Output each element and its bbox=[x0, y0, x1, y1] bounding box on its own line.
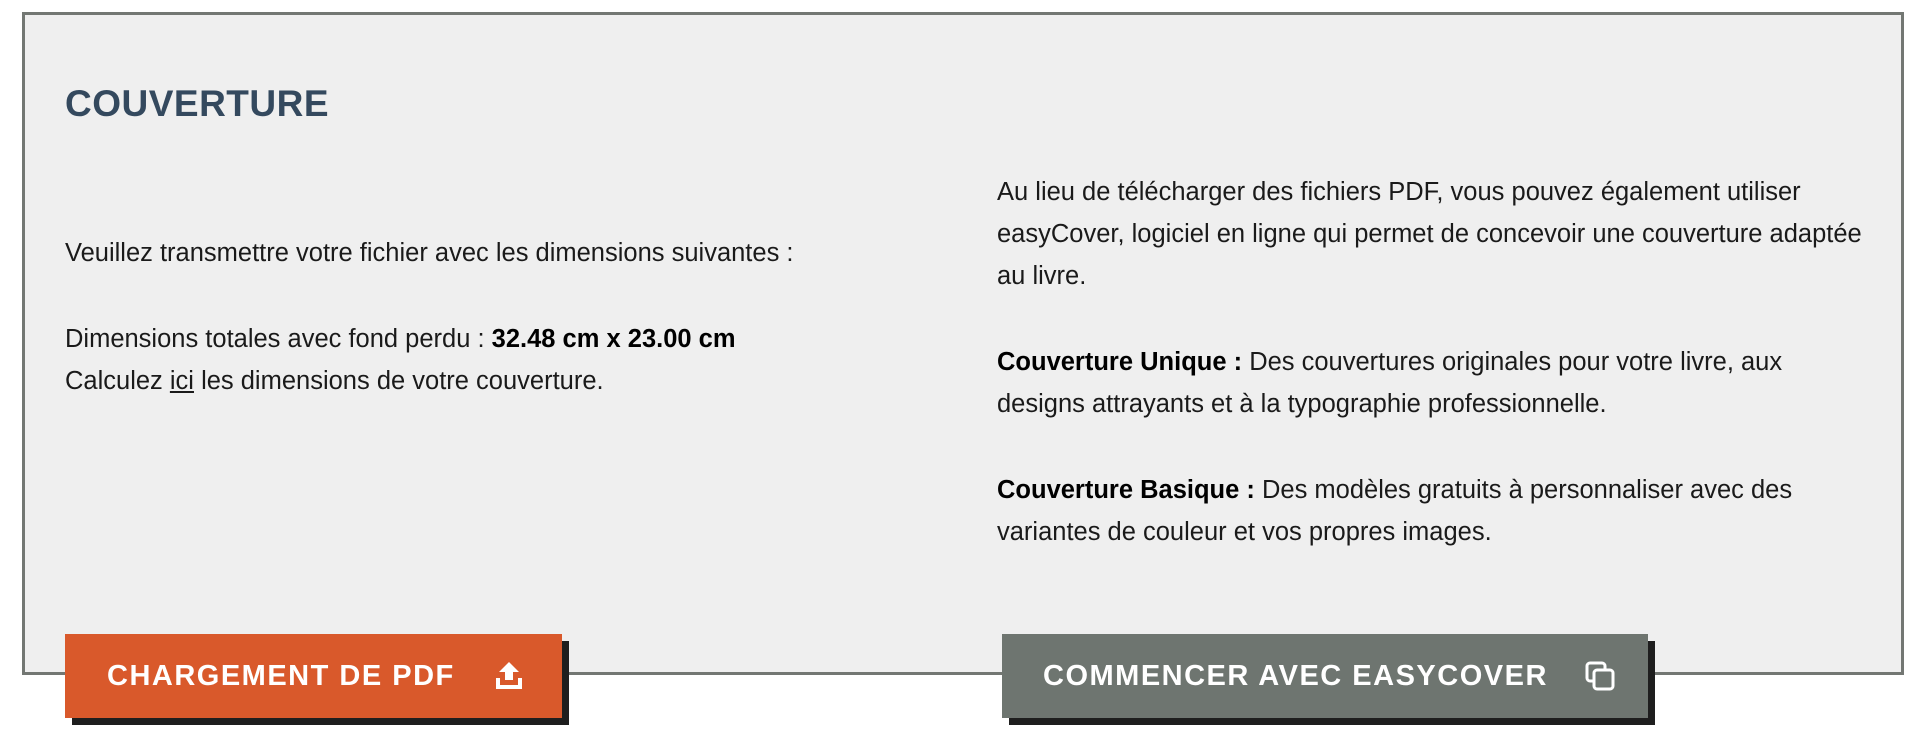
easycover-intro: Au lieu de télécharger des fichiers PDF,… bbox=[997, 178, 1862, 290]
dimensions-line: Dimensions totales avec fond perdu : 32.… bbox=[65, 318, 945, 360]
calculate-line: Calculez ici les dimensions de votre cou… bbox=[65, 360, 945, 402]
upload-pdf-label: CHARGEMENT DE PDF bbox=[107, 659, 455, 692]
copy-icon bbox=[1584, 660, 1616, 692]
dimensions-value: 32.48 cm x 23.00 cm bbox=[491, 325, 736, 353]
easycover-column: Au lieu de télécharger des fichiers PDF,… bbox=[997, 171, 1877, 597]
basic-cover-description: Couverture Basique : Des modèles gratuit… bbox=[997, 469, 1877, 553]
start-easycover-label: COMMENCER AVEC EASYCOVER bbox=[1043, 659, 1548, 692]
unique-cover-description: Couverture Unique : Des couvertures orig… bbox=[997, 341, 1877, 425]
upload-pdf-button[interactable]: CHARGEMENT DE PDF bbox=[65, 634, 562, 718]
start-easycover-button[interactable]: COMMENCER AVEC EASYCOVER bbox=[1002, 634, 1648, 718]
dimensions-column: Veuillez transmettre votre fichier avec … bbox=[65, 232, 945, 402]
calculate-suffix: les dimensions de votre couverture. bbox=[193, 367, 604, 395]
unique-cover-label: Couverture Unique : bbox=[997, 348, 1243, 376]
basic-cover-label: Couverture Basique : bbox=[997, 476, 1255, 504]
upload-icon bbox=[493, 660, 525, 692]
calculate-link[interactable]: ici bbox=[170, 367, 194, 395]
calculate-prefix: Calculez bbox=[65, 367, 170, 395]
dimensions-label: Dimensions totales avec fond perdu : bbox=[65, 325, 492, 353]
dimensions-intro: Veuillez transmettre votre fichier avec … bbox=[65, 239, 794, 267]
section-title: COUVERTURE bbox=[65, 83, 330, 124]
